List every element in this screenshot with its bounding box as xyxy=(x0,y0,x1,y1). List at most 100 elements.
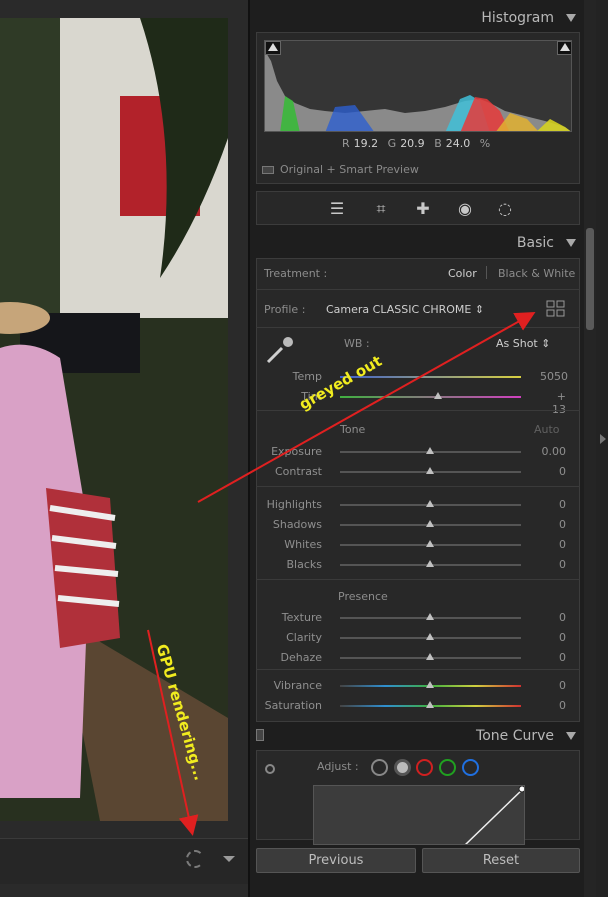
panel-scrollbar-thumb[interactable] xyxy=(586,228,594,330)
basic-collapse-icon[interactable] xyxy=(566,239,576,247)
red-channel-icon[interactable] xyxy=(416,759,433,776)
divider xyxy=(256,669,580,670)
rgb-unit: % xyxy=(479,137,491,150)
b-label: B xyxy=(434,137,442,150)
profile-dropdown[interactable]: Camera CLASSIC CHROME ⇕ xyxy=(326,303,484,316)
exposure-track[interactable] xyxy=(340,447,521,454)
treatment-separator xyxy=(486,266,487,279)
histogram-graph[interactable] xyxy=(264,40,572,132)
wb-dropdown[interactable]: As Shot ⇕ xyxy=(496,337,550,350)
contrast-track[interactable] xyxy=(340,467,521,474)
photo-image xyxy=(0,18,228,821)
saturation-track[interactable] xyxy=(340,701,521,708)
profile-browser-grid-icon[interactable] xyxy=(546,300,566,318)
contrast-value[interactable]: 0 xyxy=(540,465,566,478)
toolbar-menu-chevron-icon[interactable] xyxy=(223,856,235,862)
tint-thumb[interactable] xyxy=(434,392,442,399)
green-channel-icon[interactable] xyxy=(439,759,456,776)
clarity-thumb[interactable] xyxy=(426,633,434,640)
dehaze-track[interactable] xyxy=(340,653,521,660)
texture-value[interactable]: 0 xyxy=(540,611,566,624)
texture-label: Texture xyxy=(281,611,322,624)
texture-track[interactable] xyxy=(340,613,521,620)
whites-value[interactable]: 0 xyxy=(540,538,566,551)
panel-scroll-track[interactable] xyxy=(584,0,596,897)
tone-curve-title: Tone Curve xyxy=(476,728,554,744)
clarity-label: Clarity xyxy=(286,631,322,644)
divider xyxy=(256,289,580,290)
vibrance-value[interactable]: 0 xyxy=(540,679,566,692)
exposure-thumb[interactable] xyxy=(426,447,434,454)
photo-toolbar xyxy=(0,838,248,884)
dehaze-label: Dehaze xyxy=(280,651,323,664)
shadows-track[interactable] xyxy=(340,520,521,527)
temp-value[interactable]: 5050 xyxy=(540,370,568,383)
treatment-bw-option[interactable]: Black & White xyxy=(498,267,575,280)
saturation-label: Saturation xyxy=(264,699,322,712)
basic-header[interactable]: Basic xyxy=(250,229,586,257)
updown-arrow-icon: ⇕ xyxy=(541,337,551,350)
contrast-thumb[interactable] xyxy=(426,467,434,474)
tone-curve-header[interactable]: Tone Curve xyxy=(250,722,586,750)
mask-icon[interactable]: ◌ xyxy=(495,199,515,219)
tint-value[interactable]: + 13 xyxy=(540,390,566,416)
saturation-value[interactable]: 0 xyxy=(540,699,566,712)
divider xyxy=(256,579,580,580)
highlights-thumb[interactable] xyxy=(426,500,434,507)
clarity-track[interactable] xyxy=(340,633,521,640)
histogram-header[interactable]: Histogram xyxy=(250,4,586,32)
photo-preview[interactable] xyxy=(0,18,228,821)
tint-track[interactable] xyxy=(340,392,521,399)
clarity-value[interactable]: 0 xyxy=(540,631,566,644)
reset-button[interactable]: Reset xyxy=(422,848,580,873)
photo-pane xyxy=(0,0,248,897)
blacks-track[interactable] xyxy=(340,560,521,567)
smart-preview-icon xyxy=(262,166,274,174)
saturation-thumb[interactable] xyxy=(426,701,434,708)
vibrance-thumb[interactable] xyxy=(426,681,434,688)
shadows-value[interactable]: 0 xyxy=(540,518,566,531)
dehaze-value[interactable]: 0 xyxy=(540,651,566,664)
r-label: R xyxy=(342,137,350,150)
vibrance-track[interactable] xyxy=(340,681,521,688)
target-adjust-icon[interactable] xyxy=(265,764,275,774)
highlights-value[interactable]: 0 xyxy=(540,498,566,511)
profile-value: Camera CLASSIC CHROME xyxy=(326,303,472,316)
right-panel-toggle-icon[interactable] xyxy=(600,434,606,444)
loading-spinner-icon xyxy=(186,850,204,868)
basic-title: Basic xyxy=(516,235,554,251)
shadows-thumb[interactable] xyxy=(426,520,434,527)
histogram-collapse-icon[interactable] xyxy=(566,14,576,22)
whites-label: Whites xyxy=(284,538,322,551)
eyedropper-icon[interactable] xyxy=(264,334,296,366)
g-label: G xyxy=(387,137,397,150)
divider xyxy=(256,486,580,487)
updown-arrow-icon: ⇕ xyxy=(474,303,485,316)
point-curve-white-icon[interactable] xyxy=(394,759,411,776)
treatment-color-option[interactable]: Color xyxy=(448,267,477,280)
histogram-plot xyxy=(265,51,571,131)
sliders-icon[interactable]: ☰ xyxy=(327,199,347,219)
dehaze-thumb[interactable] xyxy=(426,653,434,660)
blue-channel-icon[interactable] xyxy=(462,759,479,776)
previous-button[interactable]: Previous xyxy=(256,848,416,873)
healing-icon[interactable]: ✚ xyxy=(413,199,433,219)
preview-status: Original + Smart Preview xyxy=(280,163,419,176)
redeye-icon[interactable]: ◉ xyxy=(455,199,475,219)
highlights-track[interactable] xyxy=(340,500,521,507)
adjust-label: Adjust : xyxy=(317,760,359,773)
contrast-label: Contrast xyxy=(274,465,322,478)
shadows-label: Shadows xyxy=(272,518,322,531)
texture-thumb[interactable] xyxy=(426,613,434,620)
tone-curve-collapse-icon[interactable] xyxy=(566,732,576,740)
whites-thumb[interactable] xyxy=(426,540,434,547)
exposure-value[interactable]: 0.00 xyxy=(540,445,567,458)
parametric-curve-icon[interactable] xyxy=(371,759,388,776)
crop-icon[interactable]: ⌗ xyxy=(371,199,391,219)
tool-strip: ☰ ⌗ ✚ ◉ ◌ xyxy=(256,191,580,225)
whites-track[interactable] xyxy=(340,540,521,547)
tone-curve-graph[interactable] xyxy=(313,785,525,845)
blacks-thumb[interactable] xyxy=(426,560,434,567)
auto-button[interactable]: Auto xyxy=(534,423,560,436)
blacks-value[interactable]: 0 xyxy=(540,558,566,571)
